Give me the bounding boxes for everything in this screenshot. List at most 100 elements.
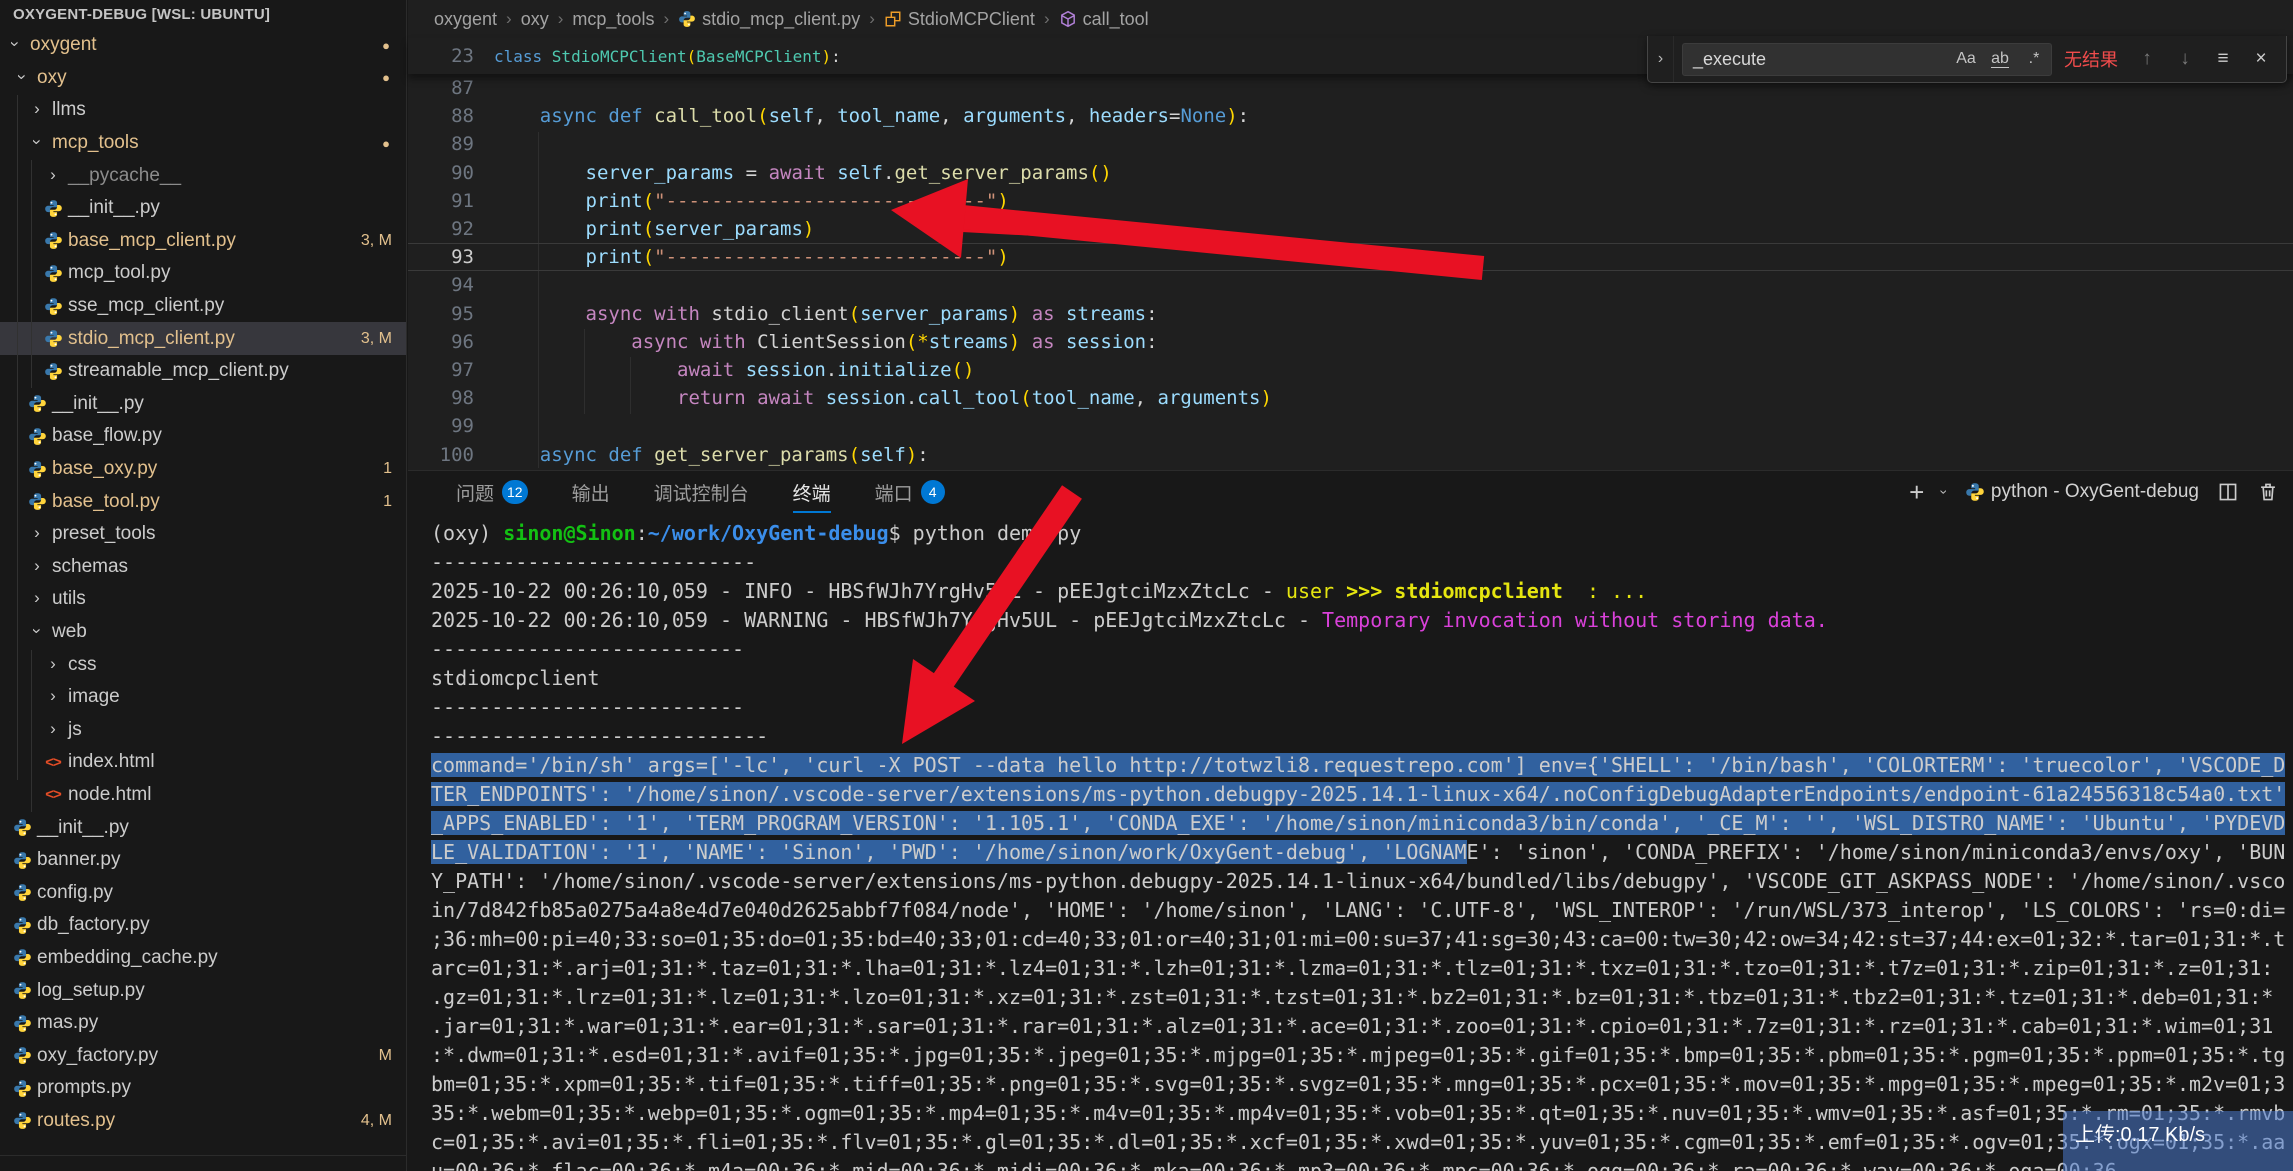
terminal-profile-item[interactable]: python - OxyGent-debug (1965, 481, 2199, 503)
tree-item-oxy[interactable]: ›oxy● (0, 62, 406, 95)
find-previous-button[interactable]: ↑ (2130, 44, 2164, 74)
terminal-line[interactable]: stdiomcpclient (431, 664, 2293, 693)
terminal-line[interactable]: c=01;35:*.avi=01;35:*.fli=01;35:*.flv=01… (431, 1128, 2293, 1157)
tree-item-mcp-tool-py[interactable]: mcp_tool.py (0, 257, 406, 290)
regex-toggle[interactable]: .* (2017, 50, 2051, 68)
code-line-93[interactable]: 93 print("----------------------------") (408, 243, 2293, 271)
terminal-line[interactable]: ;36:mh=00:pi=40;33:so=01;35:do=01;35:bd=… (431, 925, 2293, 954)
find-input[interactable]: _execute Aa ab .* (1682, 43, 2052, 76)
code-line-97[interactable]: 97 await session.initialize() (408, 356, 2293, 384)
tree-item--init-py[interactable]: __init__.py (0, 192, 406, 225)
breadcrumb-item-call-tool[interactable]: call_tool (1059, 9, 1149, 30)
code-editor[interactable]: 8788 async def call_tool(self, tool_name… (408, 74, 2293, 469)
tree-item-sse-mcp-client-py[interactable]: sse_mcp_client.py (0, 290, 406, 323)
tree-item-js[interactable]: ›js (0, 713, 406, 746)
tree-item-embedding-cache-py[interactable]: embedding_cache.py (0, 942, 406, 975)
terminal-line[interactable]: command='/bin/sh' args=['-lc', 'curl -X … (431, 751, 2293, 780)
code-line-99[interactable]: 99 (408, 412, 2293, 440)
tree-item-mas-py[interactable]: mas.py (0, 1007, 406, 1040)
split-terminal-button[interactable] (2217, 481, 2239, 503)
code-line-100[interactable]: 100 async def get_server_params(self): (408, 440, 2293, 468)
match-case-toggle[interactable]: Aa (1949, 50, 1983, 68)
terminal-line[interactable]: -------------------------- (431, 693, 2293, 722)
tree-item-log-setup-py[interactable]: log_setup.py (0, 974, 406, 1007)
terminal-line[interactable]: LE_VALIDATION': '1', 'NAME': 'Sinon', 'P… (431, 838, 2293, 867)
terminal-line[interactable]: 2025-10-22 00:26:10,059 - WARNING - HBSf… (431, 606, 2293, 635)
tree-item-index-html[interactable]: <>index.html (0, 746, 406, 779)
code-line-88[interactable]: 88 async def call_tool(self, tool_name, … (408, 102, 2293, 130)
tree-item--init-py[interactable]: __init__.py (0, 811, 406, 844)
terminal-line[interactable]: .gz=01;31:*.lrz=01;31:*.lz=01;31:*.lzo=0… (431, 983, 2293, 1012)
tree-item-image[interactable]: ›image (0, 681, 406, 714)
tree-item-streamable-mcp-client-py[interactable]: streamable_mcp_client.py (0, 355, 406, 388)
terminal-line[interactable]: .jar=01;31:*.war=01;31:*.ear=01;31:*.sar… (431, 1012, 2293, 1041)
terminal-line[interactable]: arc=01;31:*.arj=01;31:*.taz=01;31:*.lha=… (431, 954, 2293, 983)
tree-item-preset-tools[interactable]: ›preset_tools (0, 518, 406, 551)
terminal-line[interactable]: 35:*.webm=01;35:*.webp=01;35:*.ogm=01;35… (431, 1099, 2293, 1128)
terminal-line[interactable]: TER_ENDPOINTS': '/home/sinon/.vscode-ser… (431, 780, 2293, 809)
tree-item-config-py[interactable]: config.py (0, 876, 406, 909)
terminal-output[interactable]: (oxy) sinon@Sinon:~/work/OxyGent-debug$ … (408, 513, 2293, 1171)
tree-item-prompts-py[interactable]: prompts.py (0, 1072, 406, 1105)
tree-item-llms[interactable]: ›llms (0, 94, 406, 127)
toggle-replace-button[interactable]: › (1648, 36, 1674, 82)
terminal-profile-dropdown-icon[interactable]: › (1937, 490, 1953, 495)
terminal-line[interactable]: _APPS_ENABLED': '1', 'TERM_PROGRAM_VERSI… (431, 809, 2293, 838)
tree-item-schemas[interactable]: ›schemas (0, 551, 406, 584)
tree-item-base-oxy-py[interactable]: base_oxy.py1 (0, 453, 406, 486)
whole-word-toggle[interactable]: ab (1983, 50, 2017, 68)
code-line-90[interactable]: 90 server_params = await self.get_server… (408, 159, 2293, 187)
terminal-line[interactable]: :*.dwm=01;31:*.esd=01;31:*.avif=01;35:*.… (431, 1041, 2293, 1070)
terminal-line[interactable]: ---------------------------- (431, 722, 2293, 751)
breadcrumb-item-oxygent[interactable]: oxygent (434, 9, 497, 30)
tree-item--pycache-[interactable]: ›__pycache__ (0, 159, 406, 192)
tree-item-base-mcp-client-py[interactable]: base_mcp_client.py3, M (0, 225, 406, 258)
code-line-98[interactable]: 98 return await session.call_tool(tool_n… (408, 384, 2293, 412)
tree-item-mcp-tools[interactable]: ›mcp_tools● (0, 127, 406, 160)
panel-tab-终端[interactable]: 终端 (793, 471, 831, 513)
panel-tab-问题[interactable]: 问题12 (456, 471, 528, 513)
breadcrumb-item-stdio-mcp-client-py[interactable]: stdio_mcp_client.py (678, 9, 860, 30)
terminal-line[interactable]: 2025-10-22 00:26:10,059 - INFO - HBSfWJh… (431, 577, 2293, 606)
terminal-line[interactable]: in/7d842fb85a0275a4a8e4d7e040d2625abbf7f… (431, 896, 2293, 925)
panel-tab-调试控制台[interactable]: 调试控制台 (654, 471, 749, 513)
terminal-line[interactable]: bm=01;35:*.xpm=01;35:*.tif=01;35:*.tiff=… (431, 1070, 2293, 1099)
code-line-95[interactable]: 95 async with stdio_client(server_params… (408, 300, 2293, 328)
panel-tab-输出[interactable]: 输出 (572, 471, 610, 513)
breadcrumb-item-stdiomcpclient[interactable]: StdioMCPClient (884, 9, 1035, 30)
tree-item-banner-py[interactable]: banner.py (0, 844, 406, 877)
terminal-line[interactable]: -------------------------- (431, 635, 2293, 664)
find-in-selection-button[interactable]: ≡ (2206, 44, 2240, 74)
tree-item-web[interactable]: ›web (0, 616, 406, 649)
breadcrumb: oxygent›oxy›mcp_tools›stdio_mcp_client.p… (408, 0, 2293, 38)
find-query-text[interactable]: _execute (1683, 49, 1949, 70)
breadcrumb-item-mcp-tools[interactable]: mcp_tools (572, 9, 654, 30)
tree-item--init-py[interactable]: __init__.py (0, 388, 406, 421)
terminal-line[interactable]: Y_PATH': '/home/sinon/.vscode-server/ext… (431, 867, 2293, 896)
code-line-89[interactable]: 89 (408, 130, 2293, 158)
tree-item-db-factory-py[interactable]: db_factory.py (0, 909, 406, 942)
kill-terminal-button[interactable] (2257, 481, 2279, 503)
tree-item-routes-py[interactable]: routes.py4, M (0, 1105, 406, 1138)
tree-item-utils[interactable]: ›utils (0, 583, 406, 616)
tree-item-css[interactable]: ›css (0, 648, 406, 681)
new-terminal-button[interactable]: + (1909, 477, 1924, 508)
tree-item-oxygent[interactable]: ›oxygent● (0, 29, 406, 62)
code-line-94[interactable]: 94 (408, 271, 2293, 299)
close-find-button[interactable]: × (2244, 44, 2278, 74)
terminal-line[interactable]: u=00;36:*.flac=00;36:*.m4a=00;36:*.mid=0… (431, 1157, 2293, 1171)
find-next-button[interactable]: ↓ (2168, 44, 2202, 74)
panel-tab-端口[interactable]: 端口4 (875, 471, 945, 513)
terminal-line[interactable]: (oxy) sinon@Sinon:~/work/OxyGent-debug$ … (431, 519, 2293, 548)
breadcrumb-separator: › (558, 9, 564, 29)
tree-item-base-flow-py[interactable]: base_flow.py (0, 420, 406, 453)
code-line-92[interactable]: 92 print(server_params) (408, 215, 2293, 243)
tree-item-base-tool-py[interactable]: base_tool.py1 (0, 485, 406, 518)
tree-item-oxy-factory-py[interactable]: oxy_factory.pyM (0, 1039, 406, 1072)
code-line-91[interactable]: 91 print("----------------------------") (408, 187, 2293, 215)
code-line-96[interactable]: 96 async with ClientSession(*streams) as… (408, 328, 2293, 356)
tree-item-node-html[interactable]: <>node.html (0, 779, 406, 812)
tree-item-stdio-mcp-client-py[interactable]: stdio_mcp_client.py3, M (0, 322, 406, 355)
terminal-line[interactable]: --------------------------- (431, 548, 2293, 577)
breadcrumb-item-oxy[interactable]: oxy (521, 9, 549, 30)
